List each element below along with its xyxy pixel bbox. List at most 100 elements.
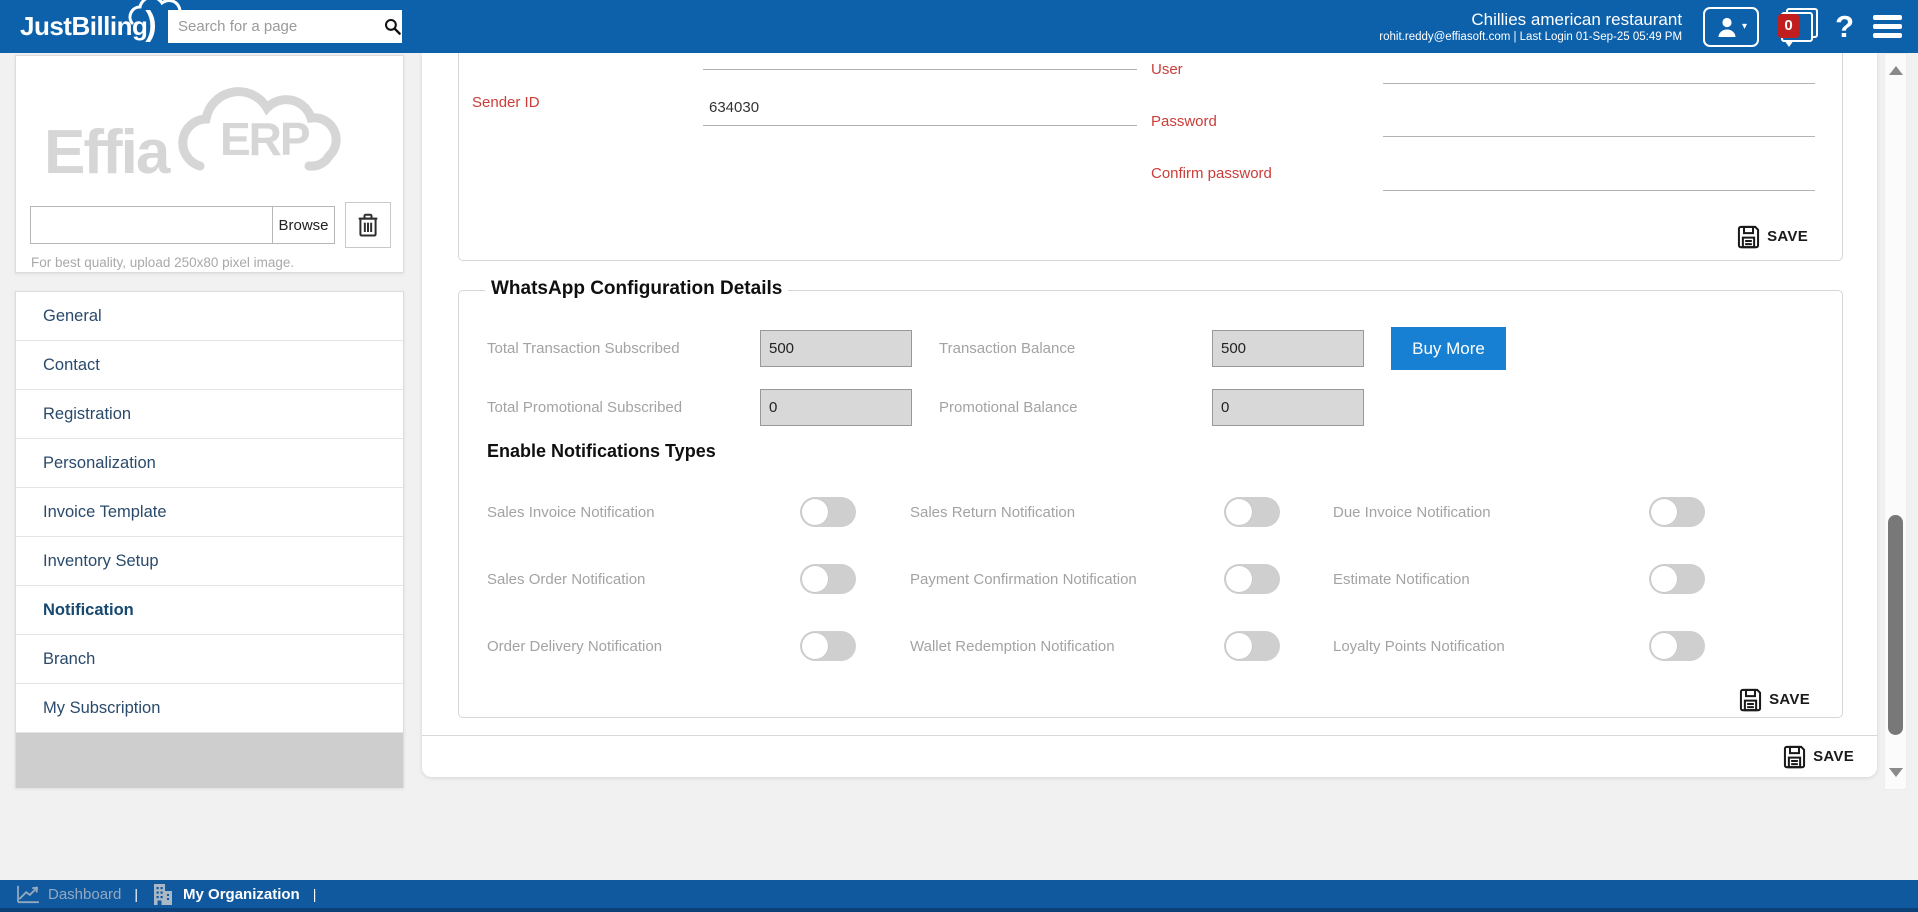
sales-invoice-notification-toggle[interactable]	[800, 497, 856, 527]
enable-notifications-title: Enable Notifications Types	[487, 441, 716, 462]
trash-icon	[354, 211, 382, 239]
organization-building-icon	[151, 883, 175, 905]
promotional-balance-input[interactable]	[1212, 389, 1364, 426]
sidebar-item-inventory-setup[interactable]: Inventory Setup	[16, 537, 403, 586]
save-floppy-icon	[1781, 743, 1808, 770]
sidebar-item-branch[interactable]: Branch	[16, 635, 403, 684]
erp-logo-text: ERP	[220, 113, 310, 165]
password-input[interactable]	[1383, 109, 1815, 137]
notification-toggles-grid: Sales Invoice Notification Sales Return …	[487, 497, 1705, 661]
whatsapp-configuration-panel: WhatsApp Configuration Details Total Tra…	[458, 290, 1843, 718]
estimate-notification-label: Estimate Notification	[1333, 571, 1649, 588]
password-label: Password	[1151, 113, 1217, 130]
settings-menu: General Contact Registration Personaliza…	[15, 291, 404, 788]
dashboard-chart-icon	[16, 884, 40, 904]
delete-logo-button[interactable]	[345, 202, 391, 248]
sales-order-notification-label: Sales Order Notification	[487, 571, 800, 588]
user-input[interactable]	[1383, 56, 1815, 84]
buy-more-button[interactable]: Buy More	[1391, 327, 1506, 370]
payment-confirmation-notification-toggle[interactable]	[1224, 564, 1280, 594]
sender-id-input[interactable]	[703, 93, 1137, 126]
due-invoice-notification-toggle[interactable]	[1649, 497, 1705, 527]
nav-separator: |	[134, 886, 138, 902]
bottom-edge-strip	[0, 908, 1918, 912]
wallet-redemption-notification-label: Wallet Redemption Notification	[910, 638, 1224, 655]
account-info: Chillies american restaurant rohit.reddy…	[1379, 9, 1682, 44]
effia-erp-logo: Effia ERP	[16, 56, 403, 188]
help-button[interactable]: ?	[1835, 9, 1854, 45]
sales-return-notification-toggle[interactable]	[1224, 497, 1280, 527]
upload-hint-text: For best quality, upload 250x80 pixel im…	[31, 255, 403, 270]
chevron-down-icon: ▾	[1742, 21, 1747, 32]
sidebar-item-personalization[interactable]: Personalization	[16, 439, 403, 488]
nav-separator: |	[313, 886, 317, 902]
cutoff-field-underline	[703, 53, 1137, 70]
hamburger-menu-icon[interactable]	[1871, 11, 1904, 42]
sidebar-footer-block	[16, 733, 403, 788]
sidebar-item-registration[interactable]: Registration	[16, 390, 403, 439]
order-delivery-notification-label: Order Delivery Notification	[487, 638, 800, 655]
search-input[interactable]	[168, 10, 383, 43]
sales-order-notification-toggle[interactable]	[800, 564, 856, 594]
notification-settings-content: Sender ID User Password Confirm password…	[422, 53, 1877, 777]
sender-id-label: Sender ID	[472, 94, 540, 111]
search-icon[interactable]	[383, 10, 402, 43]
transaction-balance-label: Transaction Balance	[939, 340, 1212, 357]
sidebar-item-contact[interactable]: Contact	[16, 341, 403, 390]
total-transaction-subscribed-input[interactable]	[760, 330, 912, 367]
page-save-button[interactable]: SAVE	[1781, 743, 1854, 770]
confirm-password-label: Confirm password	[1151, 165, 1272, 182]
notifications-button[interactable]: 0	[1776, 8, 1818, 46]
page-save-bar: SAVE	[422, 735, 1877, 777]
sales-invoice-notification-label: Sales Invoice Notification	[487, 504, 800, 521]
top-bar: JustBilling) Chillies american restauran…	[0, 0, 1918, 53]
vertical-scrollbar[interactable]	[1884, 53, 1907, 790]
browse-button[interactable]: Browse	[273, 206, 335, 244]
sidebar-item-notification[interactable]: Notification	[16, 586, 403, 635]
due-invoice-notification-label: Due Invoice Notification	[1333, 504, 1649, 521]
sidebar-item-invoice-template[interactable]: Invoice Template	[16, 488, 403, 537]
wallet-redemption-notification-toggle[interactable]	[1224, 631, 1280, 661]
user-profile-button[interactable]: ▾	[1703, 7, 1759, 47]
user-last-login: rohit.reddy@effiasoft.com | Last Login 0…	[1379, 30, 1682, 44]
payment-confirmation-notification-label: Payment Confirmation Notification	[910, 571, 1224, 588]
sms-save-button[interactable]: SAVE	[1735, 223, 1808, 250]
estimate-notification-toggle[interactable]	[1649, 564, 1705, 594]
bottom-nav-my-organization[interactable]: My Organization	[151, 883, 300, 905]
loyalty-points-notification-toggle[interactable]	[1649, 631, 1705, 661]
loyalty-points-notification-label: Loyalty Points Notification	[1333, 638, 1649, 655]
confirm-password-input[interactable]	[1383, 163, 1815, 191]
my-organization-label: My Organization	[183, 886, 300, 903]
sms-configuration-panel: Sender ID User Password Confirm password…	[458, 53, 1843, 261]
transaction-balance-input[interactable]	[1212, 330, 1364, 367]
whatsapp-panel-title: WhatsApp Configuration Details	[485, 278, 788, 300]
logo-file-input[interactable]	[30, 206, 273, 244]
scroll-up-arrow-icon[interactable]	[1889, 66, 1903, 75]
total-promotional-subscribed-input[interactable]	[760, 389, 912, 426]
effia-logo-text: Effia	[44, 122, 168, 184]
save-floppy-icon	[1735, 223, 1762, 250]
promotional-balance-label: Promotional Balance	[939, 399, 1212, 416]
user-icon	[1715, 15, 1739, 39]
total-promotional-subscribed-label: Total Promotional Subscribed	[487, 399, 760, 416]
sidebar-item-general[interactable]: General	[16, 292, 403, 341]
dashboard-label: Dashboard	[48, 886, 121, 903]
order-delivery-notification-toggle[interactable]	[800, 631, 856, 661]
notification-bubble-tail	[1784, 40, 1794, 47]
organization-name: Chillies american restaurant	[1379, 9, 1682, 30]
scrollbar-thumb[interactable]	[1888, 515, 1903, 735]
save-floppy-icon	[1737, 686, 1764, 713]
justbilling-logo[interactable]: JustBilling)	[20, 3, 170, 51]
bottom-nav-dashboard[interactable]: Dashboard	[16, 884, 121, 904]
user-label: User	[1151, 61, 1183, 78]
company-logo-panel: Effia ERP Browse For best quality, uploa…	[15, 55, 404, 273]
sidebar-item-my-subscription[interactable]: My Subscription	[16, 684, 403, 733]
sales-return-notification-label: Sales Return Notification	[910, 504, 1224, 521]
bottom-navigation-bar: Dashboard | My Organization |	[0, 880, 1918, 908]
whatsapp-save-button[interactable]: SAVE	[1737, 686, 1810, 713]
erp-cloud-icon: ERP	[162, 70, 352, 188]
total-transaction-subscribed-label: Total Transaction Subscribed	[487, 340, 760, 357]
notification-count-badge: 0	[1778, 14, 1799, 38]
scroll-down-arrow-icon[interactable]	[1889, 768, 1903, 777]
page-search	[168, 10, 400, 43]
